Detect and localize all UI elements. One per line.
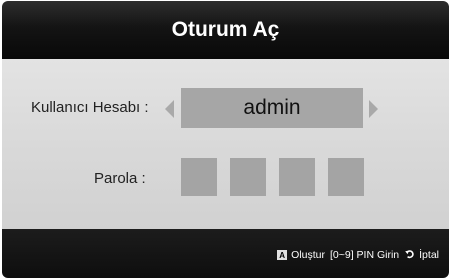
create-button[interactable]: Oluştur [291, 249, 325, 261]
username-label: Kullanıcı Hesabı : [31, 99, 149, 116]
dialog-title-bar: Oturum Aç [2, 1, 449, 59]
password-label: Parola : [94, 170, 146, 187]
pin-entry-hint: [0~9] PIN Girin [329, 249, 400, 261]
login-dialog: Oturum Aç Kullanıcı Hesabı : admin Parol… [0, 0, 451, 279]
pin-digit-box[interactable] [181, 158, 217, 196]
arrow-left-icon[interactable] [165, 100, 174, 118]
footer-bar: A Oluştur [0~9] PIN Girin İptal [2, 229, 449, 278]
username-selector[interactable]: admin [181, 88, 363, 128]
footer-hints: A Oluştur [0~9] PIN Girin İptal [277, 248, 439, 262]
dialog-title: Oturum Aç [171, 18, 280, 41]
pin-digit-box[interactable] [279, 158, 315, 196]
arrow-right-icon[interactable] [369, 100, 378, 118]
pin-digit-box[interactable] [328, 158, 364, 196]
username-value: admin [243, 96, 301, 119]
pin-digit-box[interactable] [230, 158, 266, 196]
return-icon [405, 248, 415, 262]
key-a-badge: A [277, 250, 288, 260]
dialog-body: Kullanıcı Hesabı : admin Parola : [2, 59, 449, 229]
cancel-button[interactable]: İptal [419, 249, 439, 261]
